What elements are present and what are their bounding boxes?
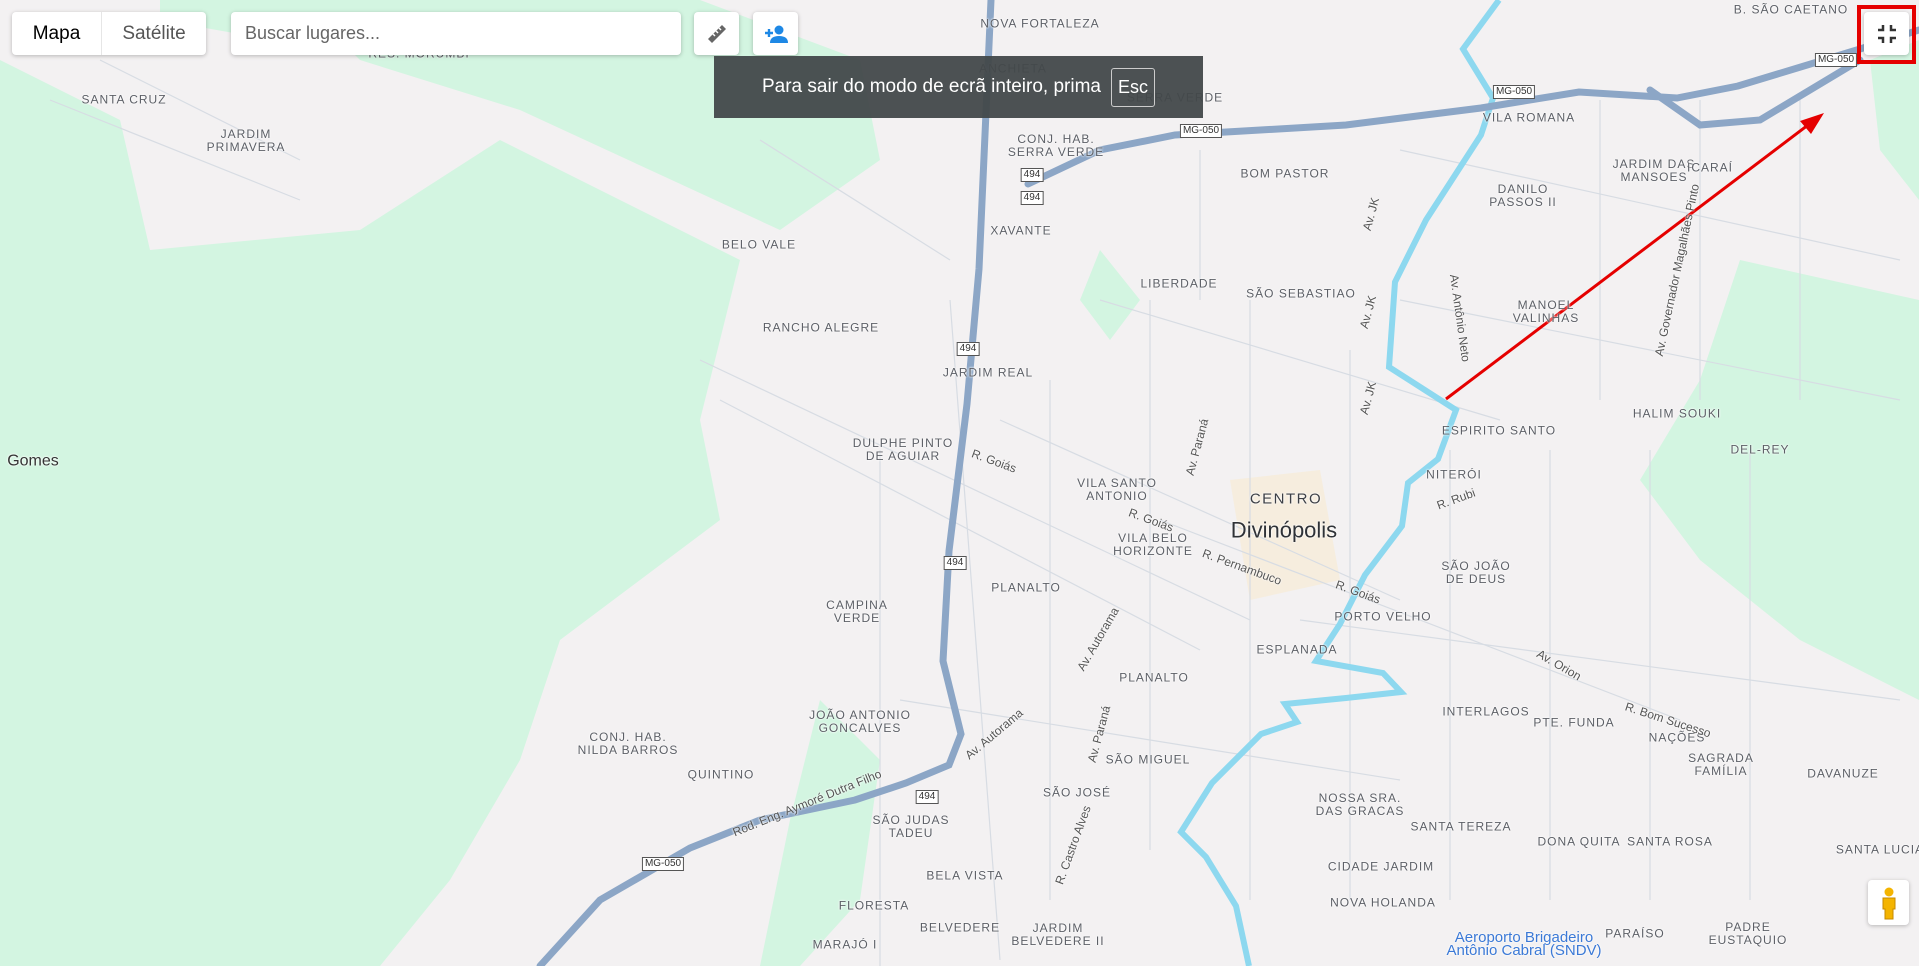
neighborhood-label: NOVA HOLANDA	[1330, 895, 1436, 910]
neighborhood-label: MARAJÓ I	[812, 937, 878, 952]
neighborhood-label: CONJ. HAB. NILDA BARROS	[577, 730, 679, 757]
person-add-icon	[764, 25, 788, 43]
neighborhood-label: ESPLANADA	[1256, 642, 1338, 657]
neighborhood-label: DANILO PASSOS II	[1489, 182, 1557, 209]
map-canvas[interactable]	[0, 0, 1919, 966]
neighborhood-label: JARDIM BELVEDERE II	[1011, 921, 1105, 948]
neighborhood-label: SAGRADA FAMÍLIA	[1688, 751, 1754, 778]
neighborhood-label: PLANALTO	[991, 580, 1061, 595]
highway-shield: 494	[915, 790, 939, 804]
neighborhood-label: QUINTINO	[687, 767, 755, 782]
neighborhood-label: JARDIM PRIMAVERA	[206, 127, 286, 154]
neighborhood-label: BELVEDERE	[919, 920, 1001, 935]
neighborhood-label: NOVA FORTALEZA	[980, 16, 1100, 31]
highway-shield: 494	[1020, 168, 1044, 182]
neighborhood-label: B. SÃO CAETANO	[1733, 2, 1849, 17]
neighborhood-label: ICARAÍ	[1686, 160, 1734, 175]
neighborhood-label: JARDIM REAL	[942, 365, 1034, 380]
highway-shield: MG-050	[1179, 124, 1223, 138]
neighborhood-label: PARAÍSO	[1605, 926, 1665, 941]
neighborhood-label: XAVANTE	[990, 223, 1052, 238]
neighborhood-label: SÃO JUDAS TADEU	[872, 813, 950, 840]
neighborhood-label: HALIM SOUKI	[1632, 406, 1722, 421]
neighborhood-label: CAMPINA VERDE	[826, 598, 888, 625]
neighborhood-label: JARDIM DAS MANSOES	[1612, 157, 1696, 184]
map-type-map-button[interactable]: Mapa	[12, 12, 102, 55]
pegman-button[interactable]	[1868, 880, 1909, 925]
neighborhood-label: SANTA ROSA	[1627, 834, 1713, 849]
toast-message: Para sair do modo de ecrã inteiro, prima	[761, 76, 1101, 97]
neighborhood-label: MANOEL VALINHAS	[1512, 298, 1580, 325]
district-label: CENTRO	[1249, 490, 1323, 508]
annotation-highlight-box	[1857, 5, 1916, 64]
place-label: Gomes	[7, 452, 59, 470]
neighborhood-label: JOÃO ANTONIO GONCALVES	[809, 708, 911, 735]
neighborhood-label: SÃO JOSÉ	[1042, 785, 1112, 800]
highway-shield: MG-050	[1814, 53, 1858, 67]
neighborhood-label: BELA VISTA	[926, 868, 1004, 883]
neighborhood-label: CIDADE JARDIM	[1327, 859, 1435, 874]
highway-shield: 494	[956, 342, 980, 356]
neighborhood-label: PADRE EUSTAQUIO	[1708, 920, 1788, 947]
neighborhood-label: DONA QUITA	[1537, 834, 1621, 849]
neighborhood-label: SANTA TEREZA	[1410, 819, 1512, 834]
highway-shield: MG-050	[1492, 85, 1536, 99]
highway-shield: MG-050	[641, 857, 685, 871]
map-type-control: Mapa Satélite	[12, 12, 206, 55]
neighborhood-label: PLANALTO	[1119, 670, 1189, 685]
neighborhood-label: SÃO SEBASTIAO	[1246, 286, 1356, 301]
pegman-icon	[1882, 887, 1895, 919]
neighborhood-label: BOM PASTOR	[1240, 166, 1330, 181]
ruler-icon	[707, 24, 726, 43]
neighborhood-label: PTE. FUNDA	[1533, 715, 1615, 730]
neighborhood-label: FLORESTA	[838, 898, 910, 913]
neighborhood-label: INTERLAGOS	[1442, 704, 1530, 719]
neighborhood-label: LIBERDADE	[1140, 276, 1218, 291]
fullscreen-toast: Para sair do modo de ecrã inteiro, prima…	[714, 56, 1203, 118]
airport-label: Aeroporto Brigadeiro Antônio Cabral (SND…	[1446, 929, 1602, 959]
esc-key: Esc	[1110, 67, 1155, 107]
neighborhood-label: VILA SANTO ANTONIO	[1077, 476, 1157, 503]
neighborhood-label: NOSSA SRA. DAS GRACAS	[1315, 791, 1405, 818]
highway-shield: 494	[943, 556, 967, 570]
map-type-satellite-button[interactable]: Satélite	[102, 12, 206, 55]
search-input[interactable]	[245, 23, 681, 44]
neighborhood-label: DEL-REY	[1730, 442, 1790, 457]
neighborhood-label: SÃO JOÃO DE DEUS	[1441, 559, 1511, 586]
neighborhood-label: SÃO MIGUEL	[1105, 752, 1191, 767]
ruler-button[interactable]	[694, 12, 739, 55]
neighborhood-label: ESPIRITO SANTO	[1441, 423, 1557, 438]
neighborhood-label: RANCHO ALEGRE	[762, 320, 880, 335]
search-box	[231, 12, 681, 55]
neighborhood-label: VILA BELO HORIZONTE	[1113, 531, 1193, 558]
neighborhood-label: BELO VALE	[721, 237, 797, 252]
neighborhood-label: CONJ. HAB. SERRA VERDE	[1007, 132, 1105, 159]
neighborhood-label: DULPHE PINTO DE AGUIAR	[852, 436, 954, 463]
neighborhood-label: PORTO VELHO	[1334, 609, 1432, 624]
neighborhood-label: DAVANUZE	[1807, 766, 1879, 781]
neighborhood-label: NITERÓI	[1426, 467, 1482, 482]
neighborhood-label: VILA ROMANA	[1482, 110, 1576, 125]
add-person-button[interactable]	[753, 12, 798, 55]
neighborhood-label: SANTA LUCIA	[1835, 842, 1919, 857]
neighborhood-label: SANTA CRUZ	[81, 92, 167, 107]
highway-shield: 494	[1020, 191, 1044, 205]
city-label: Divinópolis	[1230, 517, 1338, 543]
